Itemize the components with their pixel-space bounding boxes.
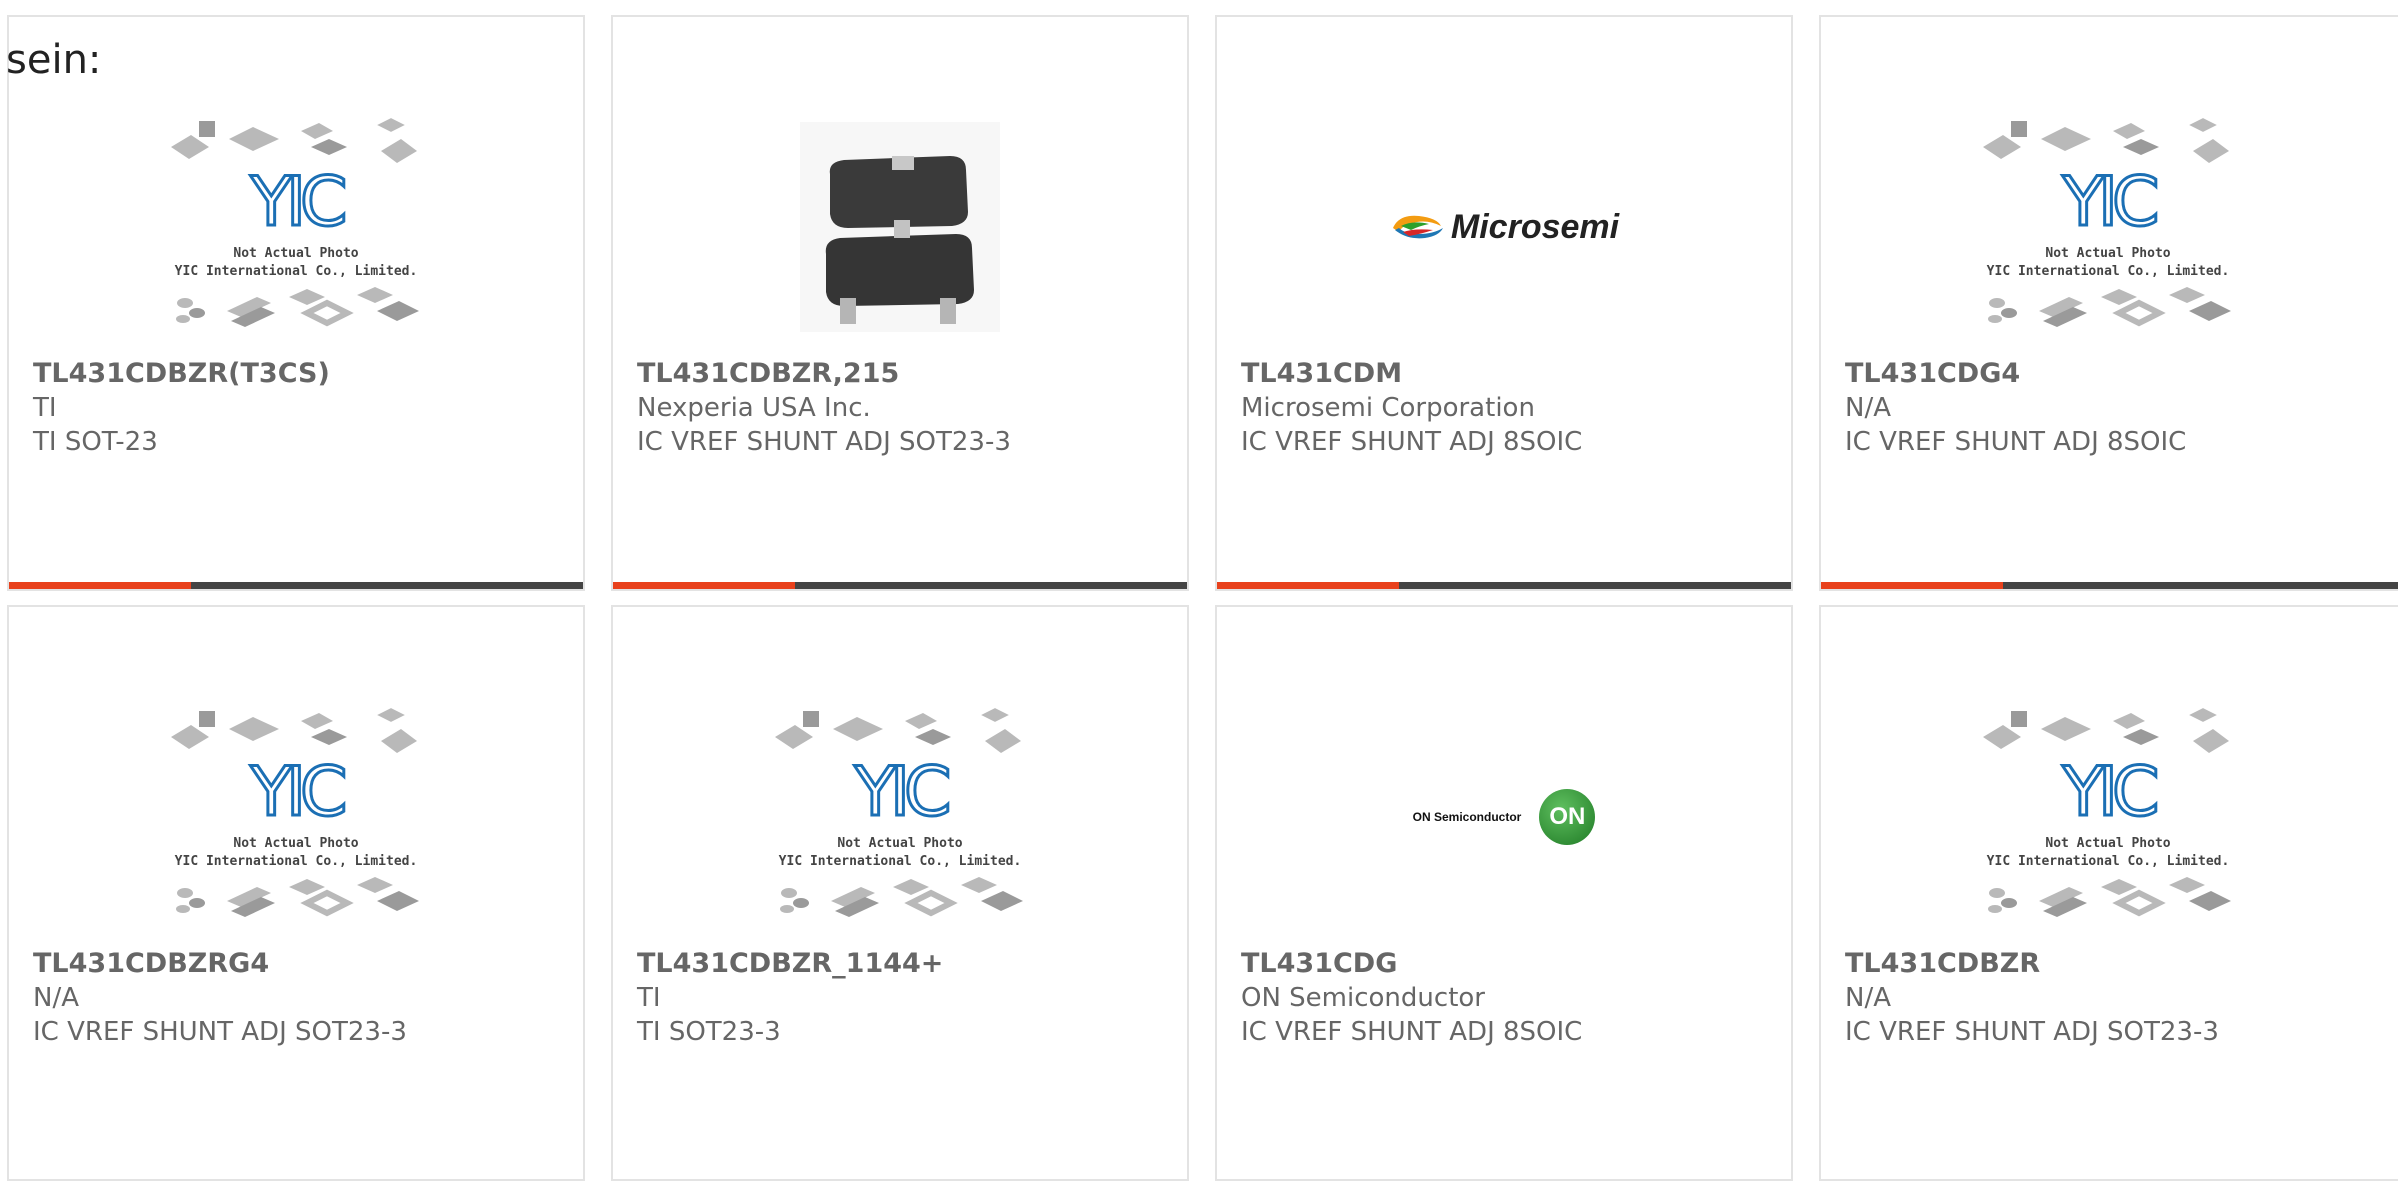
manufacturer: TI — [637, 983, 661, 1013]
placeholder-caption-2: YIC International Co., Limited. — [175, 264, 418, 279]
product-card[interactable]: YIC Not Actual Photo YIC International Co.… — [1819, 605, 2398, 1181]
part-number[interactable]: TL431CDBZR,215 — [637, 357, 1177, 391]
description: TI SOT-23 — [33, 427, 158, 457]
yic-placeholder-icon: YIC Not Actual Photo YIC International Co.… — [171, 115, 419, 327]
product-grid: YIC Not Actual Photo YIC International Co.… — [0, 0, 2398, 1181]
yic-placeholder-icon: YIC Not Actual Photo YIC International Co.… — [171, 705, 419, 917]
intro-text: sein: — [6, 37, 102, 83]
yic-logo-text: YIC — [853, 753, 948, 832]
yic-placeholder-icon: YIC Not Actual Photo YIC International Co.… — [1983, 705, 2231, 917]
description: IC VREF SHUNT ADJ 8SOIC — [1241, 427, 1583, 457]
placeholder-caption-2: YIC International Co., Limited. — [1987, 264, 2230, 279]
placeholder-caption-1: Not Actual Photo — [233, 836, 358, 851]
part-number[interactable]: TL431CDM — [1241, 357, 1781, 391]
description: IC VREF SHUNT ADJ SOT23-3 — [637, 427, 1011, 457]
card-bar-accent — [1821, 582, 2003, 589]
onsemi-logo-text: ON Semiconductor — [1412, 810, 1522, 824]
placeholder-image: YIC Not Actual Photo YIC International Co.… — [9, 92, 583, 362]
placeholder-caption-2: YIC International Co., Limited. — [1987, 854, 2230, 869]
placeholder-caption-1: Not Actual Photo — [2045, 246, 2170, 261]
manufacturer: Microsemi Corporation — [1241, 393, 1535, 423]
product-card[interactable]: YIC Not Actual Photo YIC International Co.… — [7, 15, 585, 591]
yic-placeholder-icon: YIC Not Actual Photo YIC International Co.… — [1983, 115, 2231, 327]
microsemi-logo-text: Microsemi — [1450, 207, 1620, 246]
card-bar — [613, 582, 1187, 589]
card-bar-accent — [613, 582, 795, 589]
placeholder-caption-2: YIC International Co., Limited. — [175, 854, 418, 869]
product-card[interactable]: ON Semiconductor ON TL431CDG ON Semicond… — [1215, 605, 1793, 1181]
placeholder-image: YIC Not Actual Photo YIC International Co.… — [1821, 682, 2395, 952]
placeholder-caption-1: Not Actual Photo — [233, 246, 358, 261]
manufacturer: TI — [33, 393, 57, 423]
description: IC VREF SHUNT ADJ SOT23-3 — [33, 1017, 407, 1047]
part-number[interactable]: TL431CDG — [1241, 947, 1781, 981]
product-card[interactable]: YIC Not Actual Photo YIC International Co.… — [611, 605, 1189, 1181]
product-photo — [613, 92, 1187, 362]
card-bar — [1821, 582, 2398, 589]
placeholder-image: YIC Not Actual Photo YIC International Co.… — [9, 682, 583, 952]
manufacturer: ON Semiconductor — [1241, 983, 1485, 1013]
card-bar-accent — [1217, 582, 1399, 589]
part-number[interactable]: TL431CDBZRG4 — [33, 947, 573, 981]
placeholder-caption-1: Not Actual Photo — [2045, 836, 2170, 851]
manufacturer: N/A — [33, 983, 79, 1013]
part-number[interactable]: TL431CDBZR(T3CS) — [33, 357, 573, 391]
manufacturer: Nexperia USA Inc. — [637, 393, 871, 423]
description: IC VREF SHUNT ADJ 8SOIC — [1845, 427, 2187, 457]
yic-logo-text: YIC — [249, 163, 344, 242]
microsemi-swirl-icon — [1392, 215, 1443, 239]
description: IC VREF SHUNT ADJ SOT23-3 — [1845, 1017, 2219, 1047]
manufacturer: N/A — [1845, 393, 1891, 423]
placeholder-image: YIC Not Actual Photo YIC International Co.… — [1821, 92, 2395, 362]
card-bar — [9, 582, 583, 589]
card-bar — [1217, 582, 1791, 589]
product-card[interactable]: Microsemi TL431CDM Microsemi Corporation… — [1215, 15, 1793, 591]
yic-logo-text: YIC — [2061, 163, 2156, 242]
manufacturer-logo: Microsemi — [1217, 92, 1791, 362]
product-card[interactable]: YIC Not Actual Photo YIC International Co.… — [7, 605, 585, 1181]
product-card[interactable]: YIC Not Actual Photo YIC International Co.… — [1819, 15, 2398, 591]
part-number[interactable]: TL431CDBZR — [1845, 947, 2397, 981]
yic-logo-text: YIC — [249, 753, 344, 832]
on-logo-icon: ON — [1539, 789, 1596, 845]
part-number[interactable]: TL431CDBZR_1144+ — [637, 947, 1177, 981]
description: TI SOT23-3 — [637, 1017, 781, 1047]
product-card[interactable]: TL431CDBZR,215 Nexperia USA Inc. IC VREF… — [611, 15, 1189, 591]
card-bar-accent — [9, 582, 191, 589]
on-logo-mark: ON — [1549, 803, 1586, 830]
sot23-photo-icon — [800, 122, 1000, 332]
yic-logo-text: YIC — [2061, 753, 2156, 832]
placeholder-caption-1: Not Actual Photo — [837, 836, 962, 851]
yic-placeholder-icon: YIC Not Actual Photo YIC International Co.… — [775, 705, 1023, 917]
manufacturer-logo: ON Semiconductor ON — [1217, 682, 1791, 952]
placeholder-image: YIC Not Actual Photo YIC International Co.… — [613, 682, 1187, 952]
manufacturer: N/A — [1845, 983, 1891, 1013]
placeholder-caption-2: YIC International Co., Limited. — [779, 854, 1022, 869]
description: IC VREF SHUNT ADJ 8SOIC — [1241, 1017, 1583, 1047]
part-number[interactable]: TL431CDG4 — [1845, 357, 2397, 391]
